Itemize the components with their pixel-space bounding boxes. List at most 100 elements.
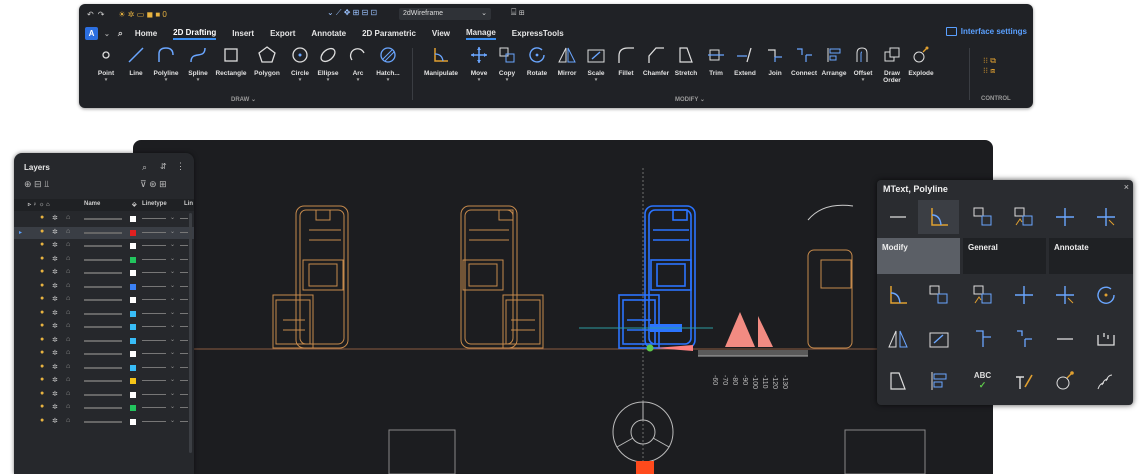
bulb-icon[interactable]: ● xyxy=(40,295,44,302)
extend-button[interactable] xyxy=(1003,322,1044,356)
copy-button[interactable] xyxy=(962,200,1003,234)
chevron-down-icon[interactable]: ⌄ xyxy=(170,363,175,370)
lock-icon[interactable]: ⌂ xyxy=(66,363,70,370)
sun-icon[interactable]: ✲ xyxy=(52,403,58,411)
lock-icon[interactable]: ⌂ xyxy=(66,255,70,262)
connect-tool[interactable]: Connect xyxy=(787,44,821,83)
layer-row[interactable]: ● ✲ ⌂ ⌄ xyxy=(14,254,194,266)
bulb-icon[interactable]: ● xyxy=(40,282,44,289)
furniture-block-middle[interactable] xyxy=(460,205,544,349)
layer-row[interactable]: ● ✲ ⌂ ⌄ xyxy=(14,375,194,387)
fillet-tool[interactable]: Fillet xyxy=(609,44,643,83)
layer-row[interactable]: ● ✲ ⌂ ⌄ xyxy=(14,240,194,252)
layer-state-icons[interactable]: ☀ ✲ ▭ ◼ ■ 0 xyxy=(118,10,166,19)
manipulate-tool[interactable]: Manipulate xyxy=(421,44,461,83)
grip-point[interactable] xyxy=(646,344,654,352)
color-swatch[interactable] xyxy=(130,351,136,357)
interface-settings-button[interactable]: Interface settings xyxy=(945,27,1027,36)
sun-icon[interactable]: ✲ xyxy=(52,241,58,249)
chevron-down-icon[interactable]: ⌄ xyxy=(170,376,175,383)
color-swatch[interactable] xyxy=(130,243,136,249)
copy-rotate-button[interactable] xyxy=(1003,200,1044,234)
polyline-tool[interactable]: Polyline ▾ xyxy=(149,44,183,83)
sun-icon[interactable]: ✲ xyxy=(52,214,58,222)
col-name[interactable]: Name xyxy=(84,201,100,207)
chevron-down-icon[interactable]: ⌄ xyxy=(170,282,175,289)
stretch-button[interactable] xyxy=(877,364,918,398)
chevron-down-icon[interactable]: ⌄ xyxy=(170,241,175,248)
chevron-down-icon[interactable]: ⌄ xyxy=(104,30,110,38)
chevron-down-icon[interactable]: ⌄ xyxy=(170,403,175,410)
color-swatch[interactable] xyxy=(130,378,136,384)
explode-button[interactable] xyxy=(1044,364,1085,398)
search-icon[interactable]: ⌕ xyxy=(118,28,123,39)
grip-arrow[interactable] xyxy=(655,345,693,351)
copy-rotate-button[interactable] xyxy=(962,278,1003,312)
col-linetype[interactable]: Linetype xyxy=(142,201,167,207)
layer-row[interactable]: ▸ ● ✲ ⌂ ⌄ xyxy=(14,226,194,239)
manipulate-button[interactable] xyxy=(877,278,918,312)
layer-row[interactable]: ● ✲ ⌂ ⌄ xyxy=(14,294,194,306)
chevron-down-icon[interactable]: ⌄ xyxy=(170,228,175,235)
chevron-down-icon[interactable]: ⌄ xyxy=(170,417,175,424)
lock-icon[interactable]: ⌂ xyxy=(66,403,70,410)
color-swatch[interactable] xyxy=(130,256,136,263)
layer-row[interactable]: ● ✲ ⌂ ⌄ xyxy=(14,389,194,401)
tab-manage[interactable]: Manage xyxy=(466,28,496,40)
chevron-down-icon[interactable]: ⌄ xyxy=(170,390,175,397)
color-swatch[interactable] xyxy=(130,216,136,222)
lock-icon[interactable]: ⌂ xyxy=(66,282,70,289)
color-swatch[interactable] xyxy=(130,310,136,317)
undo-icon[interactable]: ↶ xyxy=(87,10,94,19)
color-swatch[interactable] xyxy=(130,405,136,411)
arc-tool[interactable]: Arc ▾ xyxy=(341,44,375,83)
layer-row[interactable]: ● ✲ ⌂ ⌄ xyxy=(14,335,194,347)
layer-actions-icons[interactable]: ⊕ ⊟ ⫫ xyxy=(24,179,49,190)
tab-home[interactable]: Home xyxy=(135,29,157,38)
lock-icon[interactable]: ⌂ xyxy=(66,322,70,329)
arrange-button[interactable] xyxy=(918,364,959,398)
sun-icon[interactable]: ✲ xyxy=(52,282,58,290)
point-tool[interactable]: Point ▾ xyxy=(89,44,123,83)
qat-tools-icons[interactable]: ⌄ ⟋ ✥ ⊞ ⊟ ⊡ xyxy=(327,8,377,18)
lock-icon[interactable]: ⌂ xyxy=(66,295,70,302)
tab-expresstools[interactable]: ExpressTools xyxy=(512,29,564,38)
move-rotate-button[interactable] xyxy=(1085,200,1126,234)
chevron-down-icon[interactable]: ⌄ xyxy=(170,295,175,302)
layers-scrollbar[interactable] xyxy=(189,213,192,453)
category-annotate[interactable]: Annotate xyxy=(1049,238,1133,274)
tab-export[interactable]: Export xyxy=(270,29,295,38)
sun-icon[interactable]: ✲ xyxy=(52,417,58,425)
color-swatch[interactable] xyxy=(130,324,136,330)
copy-tool[interactable]: Copy ▾ xyxy=(490,44,524,83)
line-button[interactable] xyxy=(877,200,918,234)
extend-tool[interactable]: Extend xyxy=(728,44,762,83)
search-icon[interactable]: ⌕ xyxy=(142,162,147,173)
chamfer-tool[interactable]: Chamfer xyxy=(639,44,673,83)
text-edit-button[interactable] xyxy=(1003,364,1044,398)
save-icons[interactable]: ⌸ ⊞ xyxy=(511,7,525,18)
move-button[interactable] xyxy=(1044,200,1085,234)
furniture-block-left[interactable] xyxy=(272,205,349,349)
bulb-icon[interactable]: ● xyxy=(40,268,44,275)
sun-icon[interactable]: ✲ xyxy=(52,363,58,371)
rotate-button[interactable] xyxy=(1085,278,1126,312)
color-swatch[interactable] xyxy=(130,364,136,371)
manipulate-button[interactable] xyxy=(918,200,959,234)
bulb-icon[interactable]: ● xyxy=(40,322,44,329)
layer-row[interactable]: ● ✲ ⌂ ⌄ xyxy=(14,321,194,333)
layer-row[interactable]: ● ✲ ⌂ ⌄ xyxy=(14,213,194,225)
sun-icon[interactable]: ✲ xyxy=(52,268,58,276)
lock-icon[interactable]: ⌂ xyxy=(66,417,70,424)
move-rotate-button[interactable] xyxy=(1044,278,1085,312)
lock-icon[interactable]: ⌂ xyxy=(66,390,70,397)
tab-2d-drafting[interactable]: 2D Drafting xyxy=(173,28,217,40)
tab-insert[interactable]: Insert xyxy=(232,29,254,38)
bulb-icon[interactable]: ● xyxy=(40,403,44,410)
redo-icon[interactable]: ↷ xyxy=(98,10,105,19)
rectangle-tool[interactable]: Rectangle xyxy=(214,44,248,83)
col-lineweight[interactable]: Lin xyxy=(184,201,193,207)
bulb-icon[interactable]: ● xyxy=(40,376,44,383)
sun-icon[interactable]: ✲ xyxy=(52,390,58,398)
chevron-down-icon[interactable]: ⌄ xyxy=(170,349,175,356)
